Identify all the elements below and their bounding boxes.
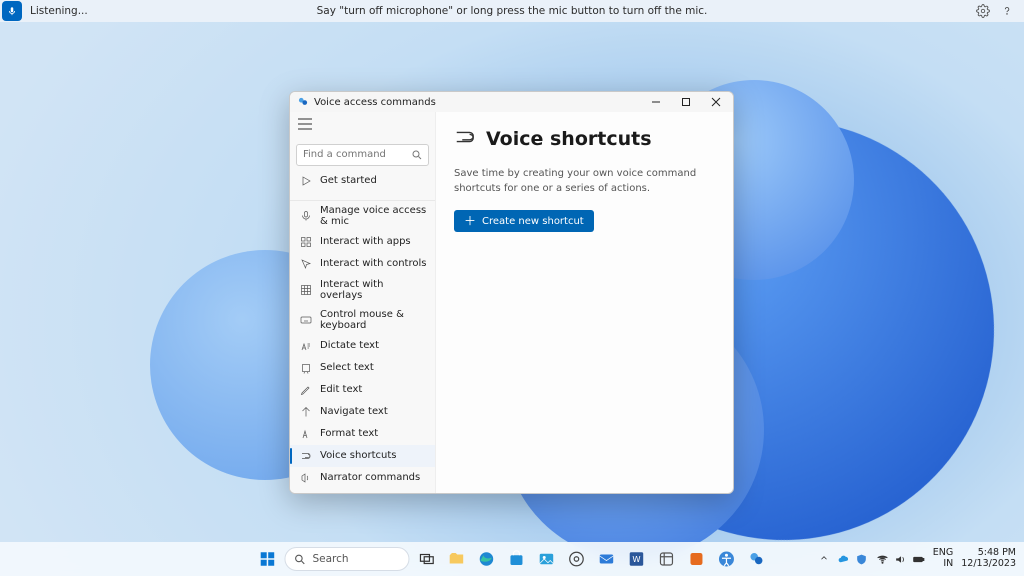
voice-hint-text: Say "turn off microphone" or long press … bbox=[317, 5, 708, 17]
task-view-button[interactable] bbox=[414, 546, 440, 572]
select-icon bbox=[300, 362, 312, 374]
taskbar-search[interactable]: Search bbox=[284, 547, 409, 571]
mic-icon bbox=[300, 210, 312, 222]
taskbar: Search W ENG IN 5:48 PM 12/13/ bbox=[0, 542, 1024, 576]
taskbar-app-settings[interactable] bbox=[564, 546, 590, 572]
system-tray[interactable] bbox=[837, 553, 868, 566]
nav-list: Get started Manage voice access & mic In… bbox=[290, 170, 435, 494]
close-button[interactable] bbox=[701, 92, 731, 112]
nav-label: Control mouse & keyboard bbox=[320, 309, 427, 331]
window-title: Voice access commands bbox=[314, 97, 436, 108]
nav-interact-controls[interactable]: Interact with controls bbox=[290, 253, 435, 275]
voice-status-text: Listening... bbox=[30, 5, 88, 17]
app-icon bbox=[296, 95, 310, 109]
minimize-button[interactable] bbox=[641, 92, 671, 112]
grid-icon bbox=[300, 284, 312, 296]
taskbar-app-accessibility[interactable] bbox=[714, 546, 740, 572]
svg-text:W: W bbox=[632, 554, 640, 564]
nav-label: Edit text bbox=[320, 384, 362, 395]
search-input[interactable] bbox=[296, 144, 429, 166]
wifi-icon bbox=[876, 553, 889, 566]
battery-icon bbox=[912, 553, 925, 566]
navigate-icon bbox=[300, 406, 312, 418]
network-sound-battery[interactable] bbox=[876, 553, 925, 566]
taskbar-app-store[interactable] bbox=[504, 546, 530, 572]
nav-narrator[interactable]: Narrator commands bbox=[290, 467, 435, 489]
titlebar[interactable]: Voice access commands bbox=[290, 92, 733, 112]
nav-label: Voice shortcuts bbox=[320, 450, 396, 461]
nav-label: Interact with overlays bbox=[320, 279, 427, 301]
nav-label: Select text bbox=[320, 362, 374, 373]
nav-label: Narrator commands bbox=[320, 472, 420, 483]
play-icon bbox=[300, 175, 312, 187]
nav-label: Get started bbox=[320, 175, 377, 186]
page-description: Save time by creating your own voice com… bbox=[454, 166, 715, 196]
nav-label: Format text bbox=[320, 428, 378, 439]
sidebar: Get started Manage voice access & mic In… bbox=[290, 112, 436, 493]
shortcut-icon bbox=[300, 450, 312, 462]
clock[interactable]: 5:48 PM 12/13/2023 bbox=[961, 548, 1016, 570]
taskbar-app-mail[interactable] bbox=[594, 546, 620, 572]
taskbar-app-snip[interactable] bbox=[654, 546, 680, 572]
main-pane: Voice shortcuts Save time by creating yo… bbox=[436, 112, 733, 493]
settings-icon[interactable] bbox=[976, 4, 990, 18]
nav-label: Interact with apps bbox=[320, 236, 411, 247]
defender-icon bbox=[855, 553, 868, 566]
nav-manage-mic[interactable]: Manage voice access & mic bbox=[290, 200, 435, 231]
taskbar-app-word[interactable]: W bbox=[624, 546, 650, 572]
keyboard-icon bbox=[300, 314, 312, 326]
sound-icon bbox=[894, 553, 907, 566]
nav-voice-shortcuts[interactable]: Voice shortcuts bbox=[290, 445, 435, 467]
help-icon[interactable] bbox=[1000, 4, 1014, 18]
create-shortcut-button[interactable]: ＋ Create new shortcut bbox=[454, 210, 594, 232]
taskbar-app-hub[interactable] bbox=[684, 546, 710, 572]
nav-edit-text[interactable]: Edit text bbox=[290, 379, 435, 401]
language-indicator[interactable]: ENG IN bbox=[933, 548, 953, 570]
taskbar-app-edge[interactable] bbox=[474, 546, 500, 572]
taskbar-search-placeholder: Search bbox=[312, 553, 348, 565]
cursor-icon bbox=[300, 258, 312, 270]
button-label: Create new shortcut bbox=[482, 216, 584, 227]
taskbar-app-photos[interactable] bbox=[534, 546, 560, 572]
nav-label: Navigate text bbox=[320, 406, 388, 417]
voice-access-commands-window: Voice access commands Get started Manage… bbox=[289, 91, 734, 494]
taskbar-app-explorer[interactable] bbox=[444, 546, 470, 572]
nav-label: Interact with controls bbox=[320, 258, 426, 269]
format-icon bbox=[300, 428, 312, 440]
nav-interact-apps[interactable]: Interact with apps bbox=[290, 231, 435, 253]
nav-label: Manage voice access & mic bbox=[320, 205, 427, 227]
nav-get-started[interactable]: Get started bbox=[290, 170, 435, 192]
clock-date: 12/13/2023 bbox=[961, 559, 1016, 570]
nav-mouse-keyboard[interactable]: Control mouse & keyboard bbox=[290, 305, 435, 335]
dictate-icon bbox=[300, 340, 312, 352]
nav-format-text[interactable]: Format text bbox=[290, 423, 435, 445]
page-heading: Voice shortcuts bbox=[486, 128, 652, 150]
nav-interact-overlays[interactable]: Interact with overlays bbox=[290, 275, 435, 305]
pencil-icon bbox=[300, 384, 312, 396]
onedrive-icon bbox=[837, 553, 850, 566]
tray-overflow-button[interactable] bbox=[819, 553, 829, 566]
nav-select-text[interactable]: Select text bbox=[290, 357, 435, 379]
narrator-icon bbox=[300, 472, 312, 484]
search-icon bbox=[411, 146, 423, 165]
voice-shortcuts-icon bbox=[454, 126, 476, 152]
mic-button[interactable] bbox=[2, 1, 22, 21]
command-search[interactable] bbox=[296, 142, 429, 166]
taskbar-app-voice-access[interactable] bbox=[744, 546, 770, 572]
voice-access-bar: Listening... Say "turn off microphone" o… bbox=[0, 0, 1024, 22]
nav-navigate-text[interactable]: Navigate text bbox=[290, 401, 435, 423]
plus-icon: ＋ bbox=[464, 215, 476, 227]
nav-dictate-text[interactable]: Dictate text bbox=[290, 335, 435, 357]
start-button[interactable] bbox=[254, 546, 280, 572]
lang-region: IN bbox=[943, 559, 953, 570]
apps-icon bbox=[300, 236, 312, 248]
hamburger-icon[interactable] bbox=[290, 112, 435, 140]
nav-label: Dictate text bbox=[320, 340, 379, 351]
maximize-button[interactable] bbox=[671, 92, 701, 112]
